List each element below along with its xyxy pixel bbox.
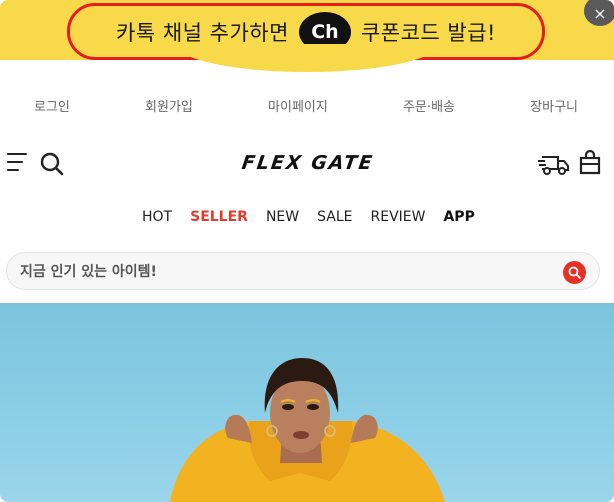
shopping-bag-icon[interactable] [578,149,602,175]
close-icon[interactable]: × [584,0,614,26]
signup-link[interactable]: 회원가입 [145,96,193,120]
channel-logo-text: Ch [311,20,339,43]
tab-hot[interactable]: HOT [142,209,172,225]
tab-sale[interactable]: SALE [317,209,352,225]
search-icon[interactable] [40,152,64,176]
search-placeholder: 지금 인기 있는 아이템! [20,264,157,280]
orders-link[interactable]: 주문·배송 [403,96,455,120]
tab-app[interactable]: APP [443,209,474,225]
promo-text-right: 쿠폰코드 발급! [360,20,496,45]
hero-photo [170,358,445,502]
search-input[interactable]: 지금 인기 있는 아이템! [6,252,600,290]
tab-new[interactable]: NEW [266,209,299,225]
search-icon [568,266,581,279]
banner-curve [176,44,438,72]
cart-link[interactable]: 장바구니 [530,96,578,120]
login-link[interactable]: 로그인 [34,96,70,120]
promo-text-left: 카톡 채널 추가하면 [116,20,289,45]
category-nav: HOT SELLER NEW SALE REVIEW APP [142,209,475,225]
app-window: 카톡 채널 추가하면 Ch 쿠폰코드 발급! × 로그인 회원가입 마이페이지 … [0,0,614,502]
tab-seller[interactable]: SELLER [190,209,248,225]
site-logo[interactable]: FLEX GATE [240,152,375,174]
hero-banner-image[interactable] [0,303,614,502]
mypage-link[interactable]: 마이페이지 [268,96,328,120]
tab-review[interactable]: REVIEW [371,209,426,225]
delivery-truck-icon[interactable] [538,151,570,177]
search-submit-button[interactable] [563,261,586,284]
menu-icon[interactable] [7,152,27,172]
top-links: 로그인 회원가입 마이페이지 주문·배송 장바구니 [0,96,614,120]
site-header: FLEX GATE [0,144,614,182]
